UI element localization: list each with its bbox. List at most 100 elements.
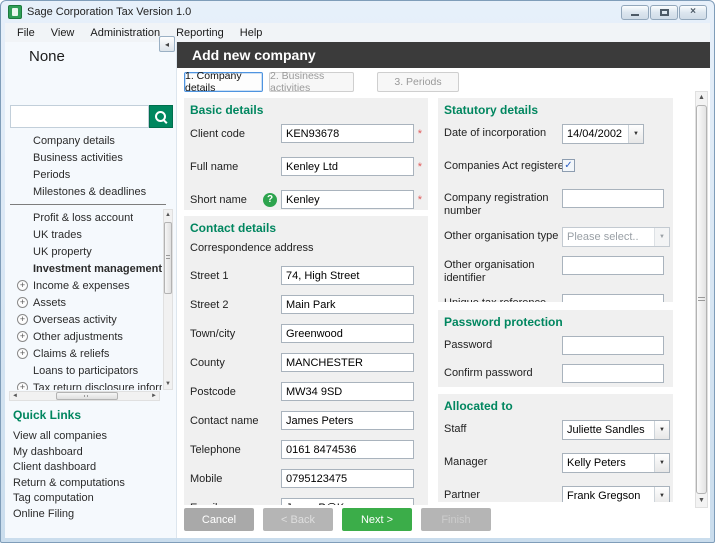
menu-item[interactable]: File bbox=[9, 25, 43, 41]
sidebar-item[interactable]: + UK trades bbox=[5, 226, 162, 243]
menu-item[interactable]: Reporting bbox=[168, 25, 232, 41]
menu-item[interactable]: Help bbox=[232, 25, 271, 41]
partner-select[interactable]: Frank Gregson ▼ bbox=[562, 486, 670, 502]
street1-field[interactable] bbox=[281, 266, 414, 285]
contact-name-field[interactable] bbox=[281, 411, 414, 430]
page-title-bar: Add new company bbox=[177, 42, 710, 68]
sidebar-divider bbox=[10, 204, 166, 205]
county-label: County bbox=[190, 356, 225, 369]
expand-plus-icon[interactable]: + bbox=[17, 348, 28, 359]
quick-link[interactable]: My dashboard bbox=[13, 444, 170, 460]
quick-link[interactable]: Return & computations bbox=[13, 475, 170, 491]
sidebar-item[interactable]: + Income & expenses bbox=[5, 277, 162, 294]
sidebar-item[interactable]: + Claims & reliefs bbox=[5, 345, 162, 362]
client-code-field[interactable] bbox=[281, 124, 414, 143]
scrollbar-thumb[interactable] bbox=[164, 222, 172, 294]
telephone-label: Telephone bbox=[190, 443, 241, 456]
utr-field[interactable] bbox=[562, 294, 664, 302]
maximize-icon bbox=[659, 8, 669, 16]
cancel-button[interactable]: Cancel bbox=[184, 508, 254, 531]
scroll-left-icon[interactable]: ◄ bbox=[10, 393, 20, 399]
county-field[interactable] bbox=[281, 353, 414, 372]
expand-plus-icon[interactable]: + bbox=[17, 314, 28, 325]
back-button[interactable]: < Back bbox=[263, 508, 333, 531]
quick-links: Quick Links View all companies My dashbo… bbox=[13, 408, 170, 521]
companies-act-checkbox[interactable]: ✓ bbox=[562, 159, 575, 172]
manager-select[interactable]: Kelly Peters ▼ bbox=[562, 453, 670, 473]
sidebar-item[interactable]: Business activities bbox=[5, 150, 166, 167]
sidebar-item[interactable]: + UK property bbox=[5, 243, 162, 260]
finish-button[interactable]: Finish bbox=[421, 508, 491, 531]
town-field[interactable] bbox=[281, 324, 414, 343]
full-name-field[interactable] bbox=[281, 157, 414, 176]
postcode-field[interactable] bbox=[281, 382, 414, 401]
contact-name-label: Contact name bbox=[190, 414, 259, 427]
minimize-button[interactable] bbox=[621, 4, 649, 20]
scrollbar-thumb[interactable] bbox=[56, 392, 118, 400]
sidebar-item[interactable]: + Tax return disclosure informatio bbox=[5, 379, 162, 390]
section-basic-details: Basic details Client code * Full name * bbox=[184, 98, 428, 210]
quick-link[interactable]: Tag computation bbox=[13, 490, 170, 506]
required-marker: * bbox=[417, 193, 422, 206]
maximize-button[interactable] bbox=[650, 4, 678, 20]
wizard-tab[interactable]: 1. Company details bbox=[184, 70, 263, 94]
short-name-field[interactable] bbox=[281, 190, 414, 209]
telephone-field[interactable] bbox=[281, 440, 414, 459]
street2-field[interactable] bbox=[281, 295, 414, 314]
next-button[interactable]: Next > bbox=[342, 508, 412, 531]
password-field[interactable] bbox=[562, 336, 664, 355]
scrollbar-thumb[interactable] bbox=[696, 105, 707, 494]
collapse-sidebar-button[interactable]: ◂ bbox=[159, 36, 175, 52]
quick-link[interactable]: Online Filing bbox=[13, 506, 170, 522]
search-button[interactable] bbox=[149, 105, 173, 128]
chevron-down-icon[interactable]: ▼ bbox=[654, 454, 669, 472]
quick-link[interactable]: Client dashboard bbox=[13, 459, 170, 475]
scroll-down-icon[interactable]: ▼ bbox=[696, 495, 707, 507]
chevron-down-icon[interactable]: ▼ bbox=[654, 487, 669, 502]
sidebar-item[interactable]: Company details bbox=[5, 133, 166, 150]
sidebar-item[interactable]: + Assets bbox=[5, 294, 162, 311]
expand-plus-icon[interactable]: + bbox=[17, 331, 28, 342]
sidebar-item[interactable]: + Investment management bbox=[5, 260, 162, 277]
date-incorporation-picker[interactable]: 14/04/2002 ▼ bbox=[562, 124, 644, 144]
scroll-up-icon[interactable]: ▲ bbox=[164, 210, 172, 220]
sidebar-item[interactable]: Milestones & deadlines bbox=[5, 184, 166, 201]
sidebar-horizontal-scrollbar[interactable]: ◄ ► bbox=[9, 391, 160, 401]
mobile-field[interactable] bbox=[281, 469, 414, 488]
wizard-tab[interactable]: 3. Periods bbox=[377, 72, 459, 92]
expand-plus-icon[interactable]: + bbox=[17, 297, 28, 308]
scroll-right-icon[interactable]: ► bbox=[149, 393, 159, 399]
expand-plus-icon[interactable]: + bbox=[17, 382, 28, 390]
expand-plus-icon[interactable]: + bbox=[17, 280, 28, 291]
org-type-select[interactable]: Please select.. ▼ bbox=[562, 227, 670, 247]
help-icon[interactable]: ? bbox=[263, 192, 277, 207]
password-label: Password bbox=[444, 339, 493, 351]
sidebar-item[interactable]: Periods bbox=[5, 167, 166, 184]
section-title: Password protection bbox=[444, 315, 563, 329]
menu-item[interactable]: Administration bbox=[82, 25, 168, 41]
menu-item[interactable]: View bbox=[43, 25, 83, 41]
org-identifier-field[interactable] bbox=[562, 256, 664, 275]
scroll-down-icon[interactable]: ▼ bbox=[164, 379, 172, 389]
reg-number-field[interactable] bbox=[562, 189, 664, 208]
chevron-down-icon[interactable]: ▼ bbox=[654, 421, 669, 439]
staff-select[interactable]: Juliette Sandles ▼ bbox=[562, 420, 670, 440]
sidebar-item[interactable]: + Loans to participators bbox=[5, 362, 162, 379]
quick-link[interactable]: View all companies bbox=[13, 428, 170, 444]
sidebar-item[interactable]: + Other adjustments bbox=[5, 328, 162, 345]
close-button[interactable]: × bbox=[679, 4, 707, 20]
manager-label: Manager bbox=[444, 456, 488, 468]
sidebar-item[interactable]: + Profit & loss account bbox=[5, 209, 162, 226]
confirm-password-field[interactable] bbox=[562, 364, 664, 383]
section-contact-details: Contact details Correspondence address S… bbox=[184, 216, 428, 505]
email-field[interactable] bbox=[281, 498, 414, 505]
sidebar-item[interactable]: + Overseas activity bbox=[5, 311, 162, 328]
chevron-down-icon[interactable]: ▼ bbox=[628, 125, 643, 143]
main-vertical-scrollbar[interactable]: ▲ ▼ bbox=[695, 91, 708, 508]
sidebar-vertical-scrollbar[interactable]: ▲ ▼ bbox=[163, 209, 173, 390]
scroll-up-icon[interactable]: ▲ bbox=[696, 92, 707, 104]
search-input[interactable] bbox=[10, 105, 149, 128]
client-code-label: Client code bbox=[190, 127, 246, 140]
titlebar[interactable]: Sage Corporation Tax Version 1.0 × bbox=[1, 1, 714, 23]
wizard-tab[interactable]: 2. Business activities bbox=[269, 70, 354, 94]
